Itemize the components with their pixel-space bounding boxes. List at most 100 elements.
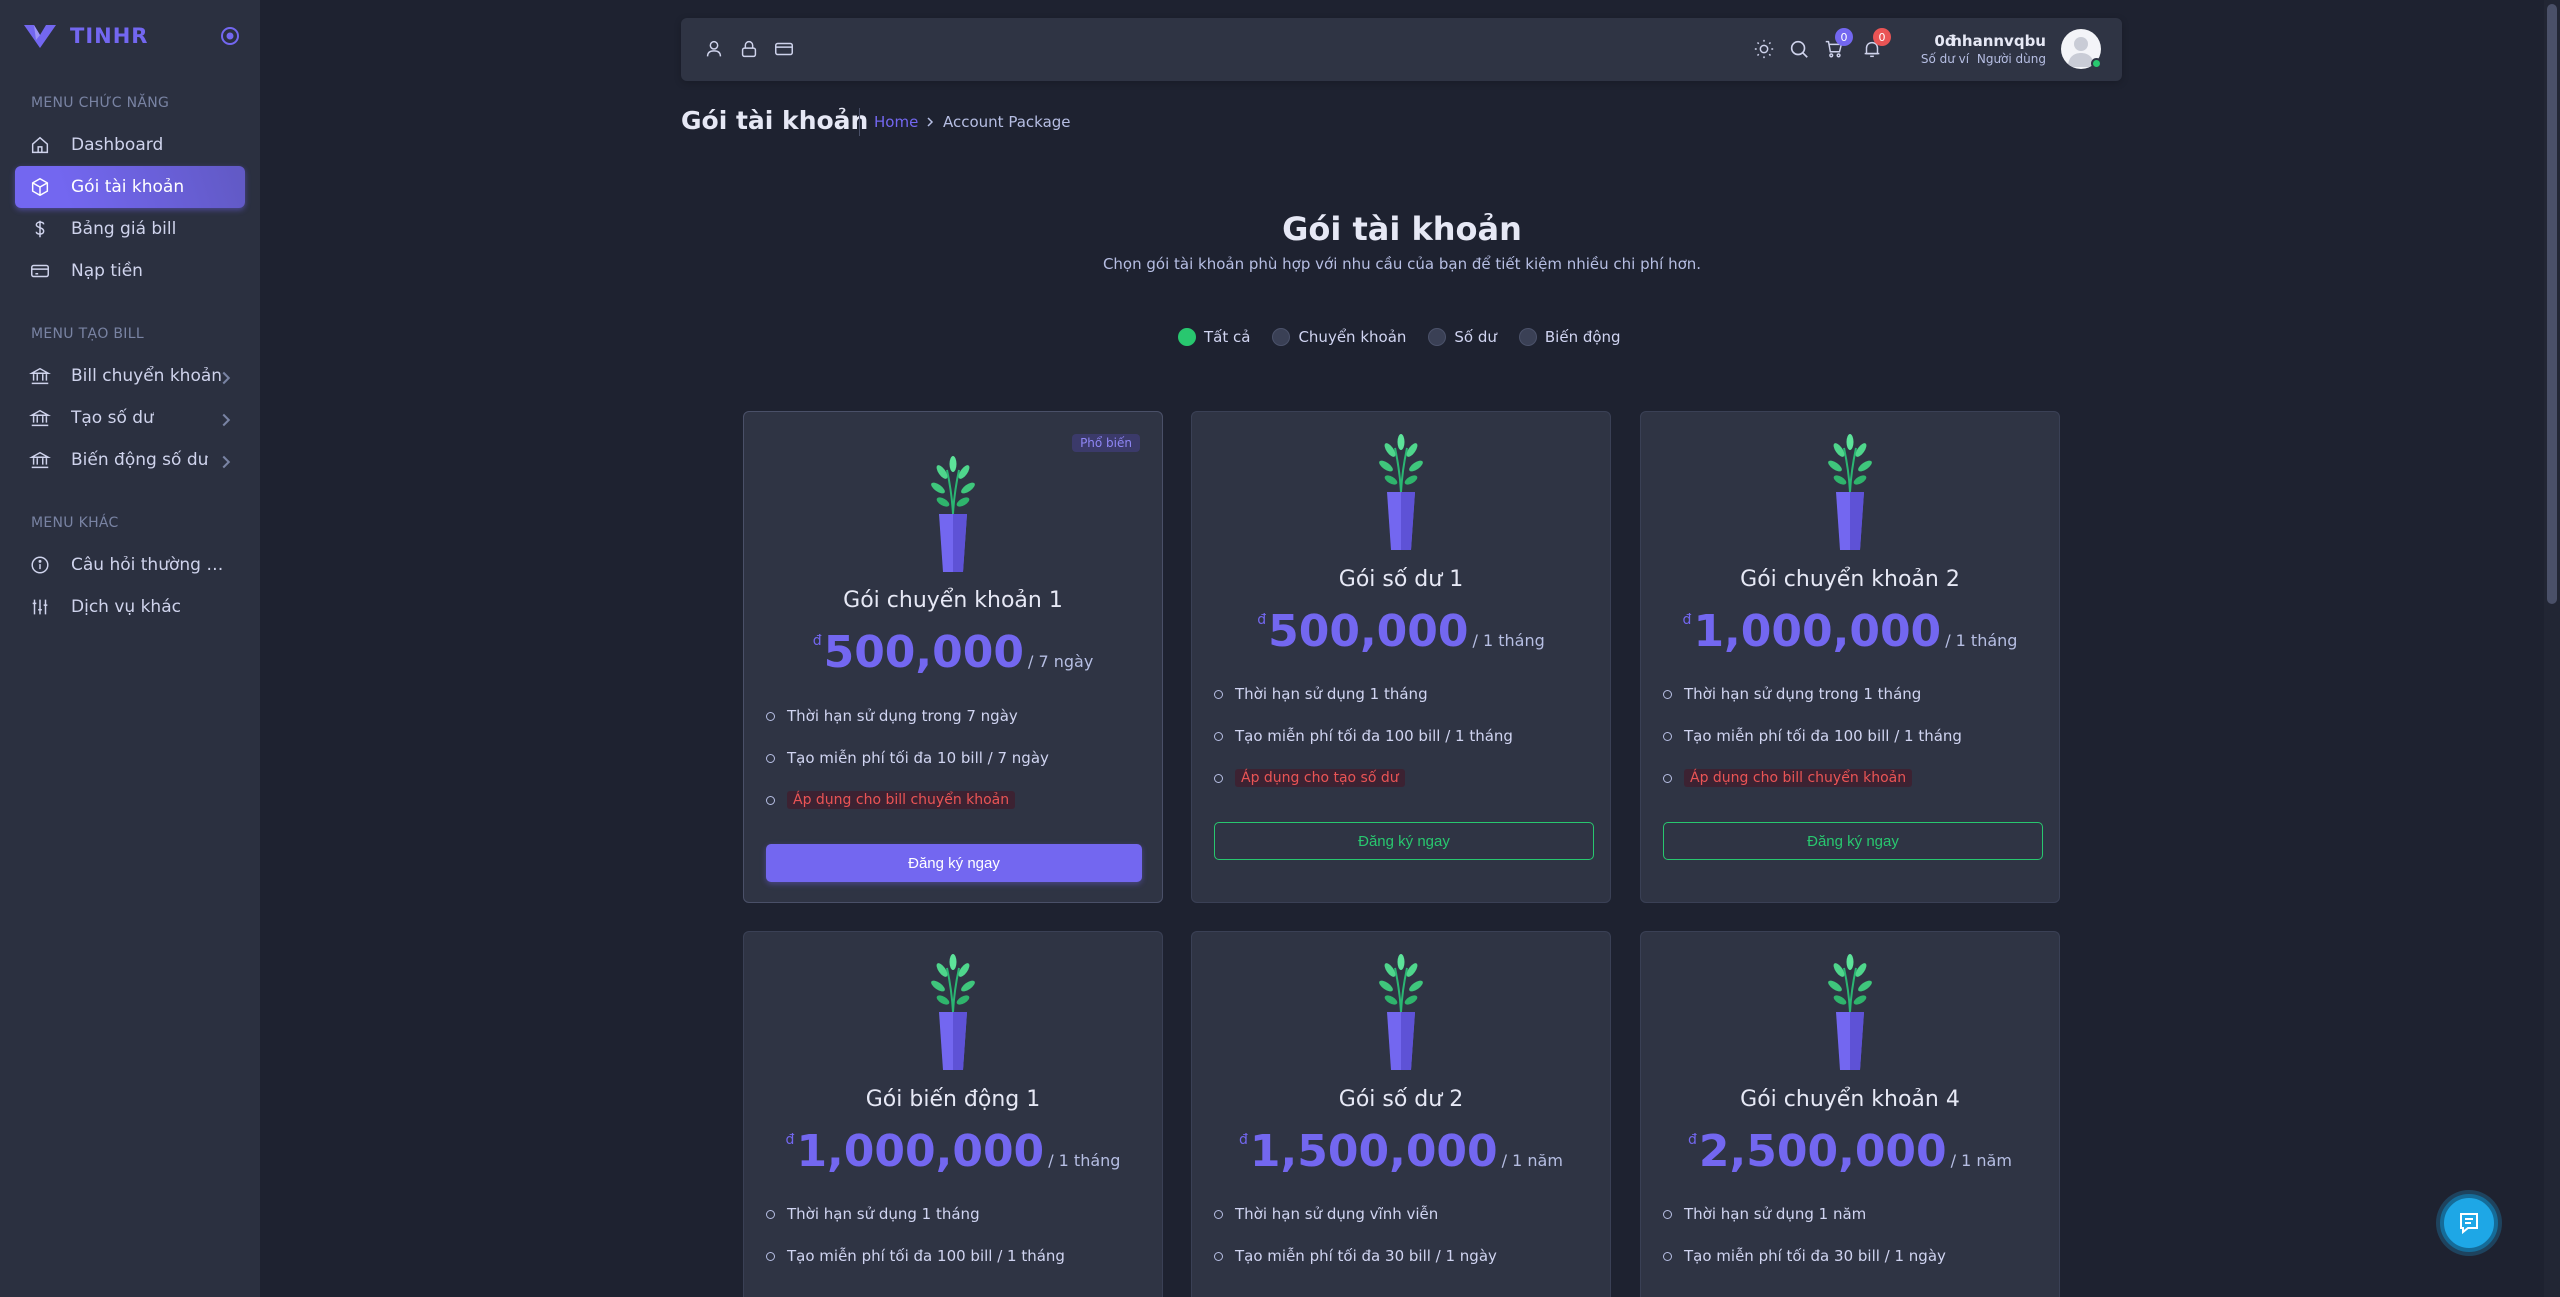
search-icon[interactable] [1788,38,1810,60]
bullet-icon [766,795,775,805]
breadcrumb-home-link[interactable]: Home [874,113,918,131]
bullet-icon [1663,731,1672,741]
plan-feature: Áp dụng cho tạo số dư [1214,769,1405,787]
chevron-right-icon [222,371,231,385]
sidebar-item-faq[interactable]: Câu hỏi thường gặp [15,544,245,586]
breadcrumb-divider [859,108,860,136]
plant-illustration-icon [1825,954,1875,1070]
radio-checked[interactable] [1178,328,1196,346]
plan-name: Gói chuyển khoản 2 [1740,567,1960,592]
sidebar: TINHR MENU CHỨC NĂNG Dashboard Gói tài k… [0,0,260,1297]
plan-scope-tag: Áp dụng cho bill chuyển khoản [787,791,1016,809]
plan-feature: Thời hạn sử dụng 1 tháng [766,1205,980,1223]
plan-scope-tag: Áp dụng cho tạo số dư [1235,769,1405,787]
sidebar-item-dashboard[interactable]: Dashboard [15,124,245,166]
page-title: Gói tài khoản [681,106,869,135]
online-status-dot [2091,58,2102,69]
plan-card: Gói chuyển khoản 4 đ 2,500,000 / 1 năm T… [1640,931,2060,1297]
filter-all[interactable]: Tất cả [1178,328,1250,346]
dollar-icon [35,220,45,238]
plan-name: Gói chuyển khoản 1 [843,588,1063,613]
bullet-icon [1663,1251,1672,1261]
user-role: Người dùng [1976,52,2046,66]
bullet-icon [766,1251,775,1261]
pricing-subtitle: Chọn gói tài khoản phù hợp với nhu cầu c… [1102,255,1702,273]
bullet-icon [1663,773,1672,783]
plan-name: Gói số dư 2 [1338,1087,1464,1112]
register-button[interactable]: Đăng ký ngay [766,844,1142,882]
brand[interactable]: TINHR [22,20,148,52]
sidebar-item-balance-changes[interactable]: Biến động số dư [15,439,245,481]
radio[interactable] [1428,328,1447,346]
info-icon [31,556,49,574]
popular-badge: Phổ biến [1072,434,1140,452]
bullet-icon [1663,1209,1672,1219]
sidebar-item-deposit[interactable]: Nạp tiền [15,250,245,292]
plan-scope-tag: Áp dụng cho bill chuyển khoản [1684,769,1913,787]
notification-badge: 0 [1873,28,1891,46]
user-icon[interactable] [703,38,725,60]
register-button[interactable]: Đăng ký ngay [1663,822,2043,860]
scrollbar-thumb[interactable] [2547,4,2557,604]
sidebar-item-create-balance[interactable]: Tạo số dư [15,397,245,439]
sidebar-item-other-services[interactable]: Dịch vụ khác [15,586,245,628]
chat-button[interactable] [2440,1194,2498,1252]
cart-badge: 0 [1835,28,1853,46]
plan-feature: Thời hạn sử dụng 1 năm [1663,1205,1866,1223]
user-name[interactable]: nhannvqbu [1926,32,2046,50]
bullet-icon [1214,773,1223,783]
plan-feature: Áp dụng cho bill chuyển khoản [766,791,1016,809]
plan-filter-group: Tất cả Chuyển khoản Số dư Biến động [1178,328,1621,346]
radio[interactable] [1272,328,1291,346]
pricing-title: Gói tài khoản [1282,210,1522,248]
chevron-right-icon [927,117,934,127]
plan-feature: Tạo miễn phí tối đa 100 bill / 1 tháng [766,1247,1065,1265]
plant-illustration-icon [1376,434,1426,550]
plan-feature: Thời hạn sử dụng trong 7 ngày [766,707,1018,725]
plant-illustration-icon [1376,954,1426,1070]
sun-icon[interactable] [1753,38,1775,60]
brand-logo-icon [24,25,56,48]
plan-feature: Tạo miễn phí tối đa 100 bill / 1 tháng [1214,727,1513,745]
filter-fluctuation[interactable]: Biến động [1518,328,1621,346]
package-icon [31,177,49,197]
plant-illustration-icon [928,954,978,1070]
plan-price: đ 2,500,000 / 1 năm [1688,1126,2012,1177]
menu-header-functions: MENU CHỨC NĂNG [31,95,170,111]
filter-balance[interactable]: Số dư [1428,328,1497,346]
bank-icon [29,451,51,469]
plan-feature: Tạo miễn phí tối đa 30 bill / 1 ngày [1214,1247,1497,1265]
plan-card: Gói biến động 1 đ 1,000,000 / 1 tháng Th… [743,931,1163,1297]
plan-price: đ 1,000,000 / 1 tháng [785,1126,1121,1177]
chevron-right-icon [222,455,231,469]
register-button[interactable]: Đăng ký ngay [1214,822,1594,860]
radio[interactable] [1518,328,1537,346]
plan-card: Gói số dư 1 đ 500,000 / 1 tháng Thời hạn… [1191,411,1611,903]
plan-feature: Tạo miễn phí tối đa 100 bill / 1 tháng [1663,727,1962,745]
plan-price: đ 500,000 / 1 tháng [1257,606,1545,657]
chevron-right-icon [222,413,231,427]
sidebar-toggle-icon[interactable] [218,24,242,48]
filter-transfer[interactable]: Chuyển khoản [1272,328,1406,346]
credit-card-icon[interactable] [773,38,795,60]
plan-feature: Thời hạn sử dụng 1 tháng [1214,685,1428,703]
sidebar-item-bill-pricing[interactable]: Bảng giá bill [15,208,245,250]
plant-illustration-icon [1825,434,1875,550]
bullet-icon [1214,1209,1223,1219]
plan-card: Gói số dư 2 đ 1,500,000 / 1 năm Thời hạn… [1191,931,1611,1297]
plan-card: Phổ biến Gói chuyển khoản 1 đ 500,000 / … [743,411,1163,903]
page-scrollbar[interactable] [2544,0,2560,1297]
plant-illustration-icon [928,456,978,572]
home-icon [31,136,49,154]
plan-feature: Thời hạn sử dụng trong 1 tháng [1663,685,1921,703]
bullet-icon [766,711,775,721]
bullet-icon [766,1209,775,1219]
lock-icon[interactable] [738,38,760,60]
plan-price: đ 500,000 / 7 ngày [812,627,1094,678]
plan-feature: Thời hạn sử dụng vĩnh viễn [1214,1205,1438,1223]
sidebar-item-account-package[interactable]: Gói tài khoản [15,166,245,208]
plan-price: đ 1,500,000 / 1 năm [1239,1126,1563,1177]
sliders-icon [32,599,48,615]
plan-card: Gói chuyển khoản 2 đ 1,000,000 / 1 tháng… [1640,411,2060,903]
sidebar-item-transfer-bill[interactable]: Bill chuyển khoản [15,355,245,397]
